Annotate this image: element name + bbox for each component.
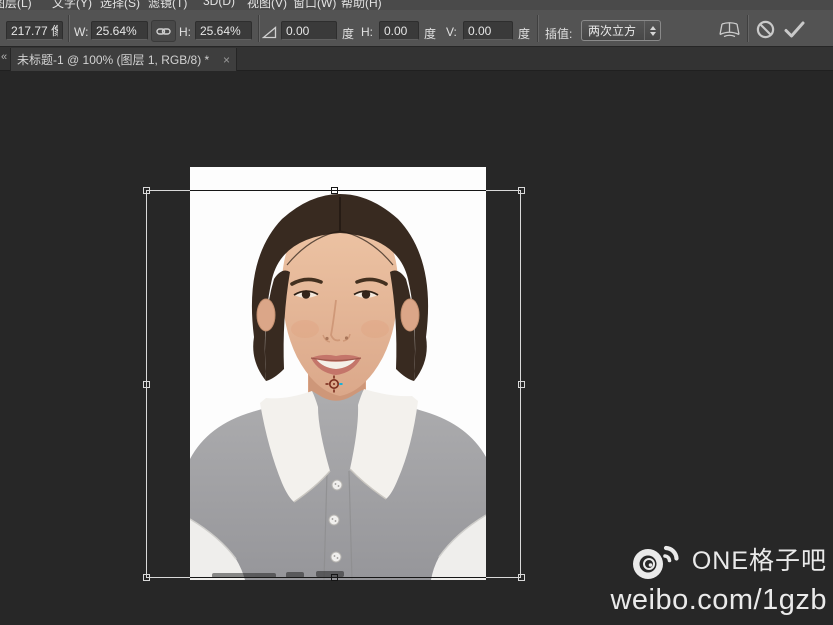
cancel-transform-icon	[755, 19, 776, 40]
photoshop-window: 图层(L) 文字(Y) 选择(S) 滤镜(T) 3D(D) 视图(V) 窗口(W…	[0, 0, 833, 625]
vskew-unit-label: 度	[518, 25, 530, 42]
watermark-url-text: weibo.com/1gzb	[610, 584, 827, 617]
transform-handle-top-left[interactable]	[143, 187, 150, 194]
menu-help[interactable]: 帮助(H)	[341, 0, 382, 10]
transform-handle-top-center[interactable]	[331, 187, 338, 194]
menu-type[interactable]: 文字(Y)	[52, 0, 92, 10]
menu-layer[interactable]: 图层(L)	[0, 0, 32, 10]
commit-transform-icon	[783, 20, 806, 39]
hskew-input[interactable]	[379, 21, 419, 40]
transform-handle-middle-left[interactable]	[143, 381, 150, 388]
separator	[258, 15, 259, 42]
transform-handle-bottom-right[interactable]	[518, 574, 525, 581]
interpolation-label: 插值:	[545, 25, 572, 42]
transform-reference-point[interactable]	[325, 375, 343, 393]
scale-height-input[interactable]	[195, 21, 252, 40]
document-tab-title: 未标题-1 @ 100% (图层 1, RGB/8) *	[17, 51, 219, 68]
tab-overflow-chevron-icon[interactable]: «	[1, 51, 7, 63]
commit-transform-button[interactable]	[783, 20, 806, 39]
angle-unit-label: 度	[342, 25, 354, 42]
transform-options-bar: W: H: 度 H: 度 V: 度 插值:	[0, 10, 833, 47]
dropdown-stepper-icon	[644, 21, 660, 40]
hskew-unit-label: 度	[424, 25, 436, 42]
vskew-input[interactable]	[463, 21, 513, 40]
watermark-brand-text: ONE格子吧	[692, 541, 827, 577]
transform-edge-top[interactable]	[190, 190, 486, 191]
rotate-angle-icon	[262, 26, 277, 39]
separator	[747, 15, 748, 42]
hskew-label: H:	[361, 25, 373, 39]
menu-bar: 图层(L) 文字(Y) 选择(S) 滤镜(T) 3D(D) 视图(V) 窗口(W…	[0, 0, 833, 10]
transform-handle-bottom-left[interactable]	[143, 574, 150, 581]
interpolation-dropdown[interactable]: 两次立方	[581, 20, 661, 41]
warp-mode-icon	[718, 21, 741, 38]
height-label: H:	[179, 25, 191, 39]
menu-select[interactable]: 选择(S)	[100, 0, 140, 10]
tab-close-icon[interactable]: ×	[223, 55, 230, 65]
menu-window[interactable]: 窗口(W)	[293, 0, 336, 10]
cancel-transform-button[interactable]	[755, 19, 776, 40]
link-icon	[156, 26, 171, 37]
interpolation-value: 两次立方	[582, 22, 644, 39]
transform-handle-top-right[interactable]	[518, 187, 525, 194]
transform-edge-bottom[interactable]	[190, 577, 486, 578]
menu-view[interactable]: 视图(V)	[247, 0, 287, 10]
rotate-angle-input[interactable]	[281, 21, 337, 40]
separator	[68, 15, 69, 42]
y-position-input[interactable]	[6, 21, 63, 40]
menu-filter[interactable]: 滤镜(T)	[148, 0, 187, 10]
transform-handle-bottom-center[interactable]	[331, 574, 338, 581]
warp-mode-button[interactable]	[718, 21, 741, 38]
document-tab[interactable]: 未标题-1 @ 100% (图层 1, RGB/8) * ×	[10, 48, 237, 71]
weibo-eye-icon	[626, 536, 684, 582]
menu-3d[interactable]: 3D(D)	[203, 0, 235, 8]
transform-handle-middle-right[interactable]	[518, 381, 525, 388]
document-tab-bar: « 未标题-1 @ 100% (图层 1, RGB/8) * ×	[0, 47, 833, 71]
link-dimensions-button[interactable]	[151, 20, 176, 42]
vskew-label: V:	[446, 25, 457, 39]
width-label: W:	[74, 25, 88, 39]
separator	[537, 15, 538, 42]
scale-width-input[interactable]	[91, 21, 148, 40]
watermark: ONE格子吧 weibo.com/1gzb	[610, 536, 827, 617]
